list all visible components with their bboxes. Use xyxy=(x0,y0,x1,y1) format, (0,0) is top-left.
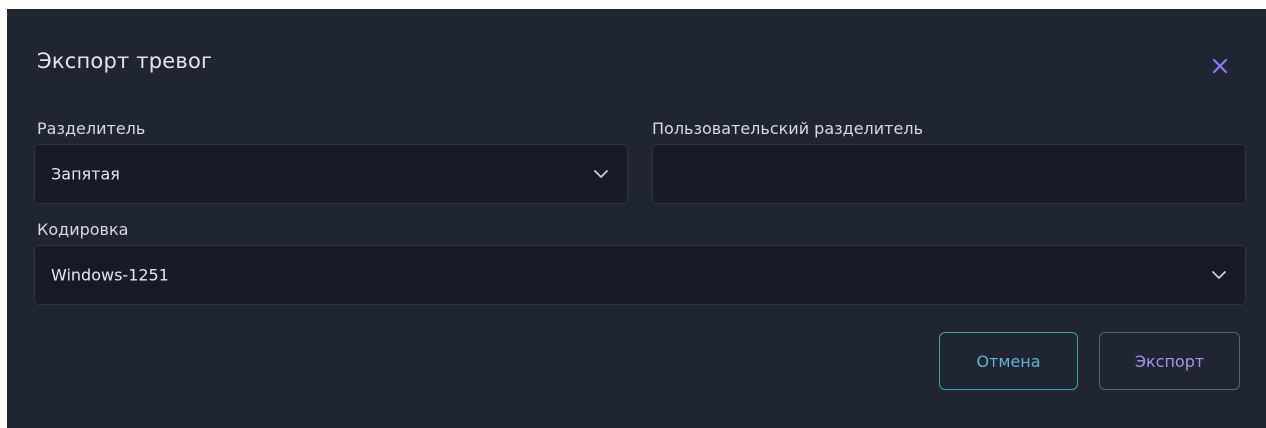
export-alarms-dialog: Экспорт тревог Разделитель Запятая Польз… xyxy=(7,9,1266,428)
separator-select[interactable]: Запятая xyxy=(34,144,628,204)
close-button[interactable] xyxy=(1207,53,1233,79)
cancel-button[interactable]: Отмена xyxy=(939,332,1078,390)
close-icon xyxy=(1212,58,1228,74)
encoding-label: Кодировка xyxy=(37,220,129,239)
separator-value: Запятая xyxy=(51,164,120,184)
custom-separator-input[interactable] xyxy=(652,144,1246,204)
custom-separator-label: Пользовательский разделитель xyxy=(652,119,923,138)
export-button[interactable]: Экспорт xyxy=(1099,332,1240,390)
dialog-title: Экспорт тревог xyxy=(37,49,213,73)
encoding-value: Windows-1251 xyxy=(51,265,169,285)
encoding-select[interactable]: Windows-1251 xyxy=(34,245,1246,305)
chevron-down-icon xyxy=(1212,271,1226,279)
chevron-down-icon xyxy=(594,170,608,178)
separator-label: Разделитель xyxy=(37,119,146,138)
